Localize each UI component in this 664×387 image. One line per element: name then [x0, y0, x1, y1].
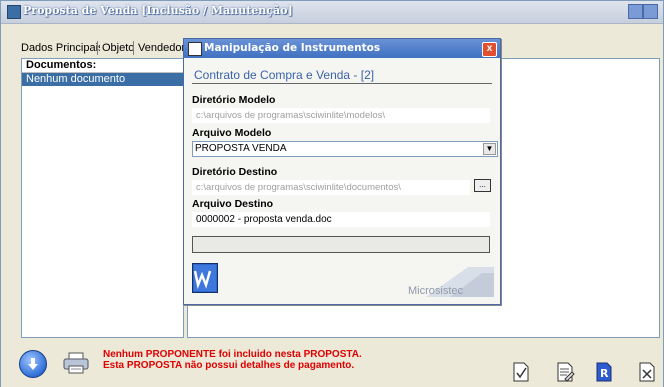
dialog-title: Manipulação de Instrumentos — [204, 42, 381, 54]
warning-messages: Nenhum PROPONENTE foi incluido nesta PRO… — [103, 349, 362, 371]
dest-dir-label: Diretório Destino — [192, 166, 278, 178]
documents-header: Documentos: — [22, 59, 183, 73]
tab-separator — [97, 41, 98, 55]
documents-list[interactable]: Documentos: Nenhum documento — [21, 58, 184, 338]
tab-separator — [133, 41, 134, 55]
svg-text:R: R — [600, 367, 609, 380]
logo-text: Microsistec — [408, 285, 464, 297]
app-icon — [7, 5, 21, 19]
model-file-select[interactable]: PROPOSTA VENDA ▼ — [192, 141, 498, 157]
model-dir-label: Diretório Modelo — [192, 94, 276, 106]
browse-button[interactable]: ... — [474, 179, 491, 192]
model-dir-field: c:\arquivos de programas\sciwinlite\mode… — [192, 108, 490, 123]
warning-pagamento: Esta PROPOSTA não possui detalhes de pag… — [103, 360, 355, 371]
printer-icon[interactable] — [63, 352, 89, 374]
word-icon[interactable] — [192, 263, 218, 293]
minimize-button[interactable] — [628, 4, 643, 19]
manipulacao-instrumentos-dialog: Manipulação de Instrumentos x Contrato d… — [183, 38, 501, 305]
arrow-down-icon — [28, 358, 38, 370]
microsistec-logo: Microsistec — [408, 267, 494, 297]
heading-divider — [192, 83, 492, 84]
document-blue-icon[interactable]: R — [595, 361, 615, 383]
maximize-button[interactable] — [643, 4, 658, 19]
tab-dados-principais[interactable]: Dados Principais — [19, 39, 106, 57]
window-title: Proposta de Venda [Inclusão / Manutenção… — [23, 4, 293, 17]
main-window: Proposta de Venda [Inclusão / Manutenção… — [0, 0, 664, 387]
dest-file-field[interactable]: 0000002 - proposta venda.doc — [192, 212, 490, 227]
document-delete-icon[interactable] — [637, 361, 657, 383]
download-button[interactable] — [19, 350, 47, 378]
dest-dir-field: c:\arquivos de programas\sciwinlite\docu… — [192, 180, 470, 195]
tab-objeto[interactable]: Objeto — [100, 39, 137, 57]
list-item[interactable]: Nenhum documento — [22, 73, 183, 86]
dest-file-label: Arquivo Destino — [192, 198, 274, 210]
document-icon — [188, 42, 202, 56]
chevron-down-icon[interactable]: ▼ — [483, 143, 496, 155]
progress-bar — [192, 236, 490, 253]
warning-proponente: Nenhum PROPONENTE foi incluido nesta PRO… — [103, 349, 362, 360]
document-edit-icon[interactable] — [555, 361, 575, 383]
close-button[interactable]: x — [482, 42, 497, 57]
document-check-icon[interactable] — [511, 361, 531, 383]
bottom-toolbar: Nenhum PROPONENTE foi incluido nesta PRO… — [1, 341, 663, 387]
dialog-title-bar: Manipulação de Instrumentos x — [184, 39, 500, 58]
model-file-label: Arquivo Modelo — [192, 127, 272, 139]
contract-heading: Contrato de Compra e Venda - [2] — [194, 68, 375, 82]
model-file-value: PROPOSTA VENDA — [195, 143, 287, 154]
title-bar: Proposta de Venda [Inclusão / Manutenção… — [1, 1, 663, 24]
